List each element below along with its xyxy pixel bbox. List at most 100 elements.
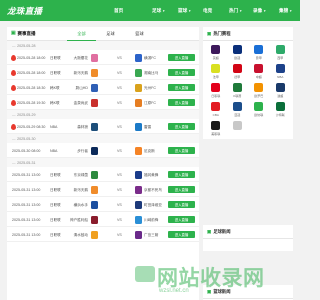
nav-label: 集锦 — [279, 8, 289, 13]
away-team[interactable]: 町田泽维亚 — [144, 203, 162, 208]
date-label: 2025-05-30 — [17, 136, 36, 141]
league-item[interactable]: 中超 — [248, 63, 270, 80]
enter-live-button[interactable]: 进入直播 — [168, 171, 195, 178]
home-team[interactable]: 神户胜利船 — [70, 218, 88, 223]
home-team[interactable]: 新泻天鹅 — [74, 71, 88, 76]
match-row: 2025-05-31 13:00 日职联 清水鼓动 VS 广岛三箭 进入直播 — [7, 227, 199, 242]
league-item[interactable]: K联赛 — [227, 82, 249, 99]
news-icon: ▣ — [207, 228, 212, 234]
league-item[interactable]: 欧罗巴 — [248, 82, 270, 99]
home-team-logo-icon — [91, 122, 98, 131]
tab-1[interactable]: 足球 — [96, 27, 125, 41]
tab-2[interactable]: 篮球 — [125, 27, 154, 41]
nav-label: 篮球 — [178, 8, 188, 13]
site-logo[interactable]: 龙珠直播 — [7, 5, 42, 17]
away-team[interactable]: 横滨FC — [144, 56, 156, 61]
enter-live-button[interactable]: 进入直播 — [168, 231, 195, 238]
home-team-logo-icon — [91, 146, 98, 155]
home-team[interactable]: 清水鼓动 — [74, 233, 88, 238]
league-item[interactable]: 法甲 — [205, 63, 227, 80]
away-team[interactable]: 尼克斯 — [144, 149, 155, 154]
league-name: CBA — [212, 112, 219, 117]
match-league: 日职联 — [50, 187, 61, 192]
away-team-logo-icon — [135, 200, 142, 209]
league-item[interactable]: 亚冠 — [227, 101, 249, 118]
chevron-down-icon: ▼ — [188, 9, 192, 13]
league-item[interactable]: 澳超 — [270, 82, 292, 99]
home-team[interactable]: 新泻天鹅 — [74, 188, 88, 193]
home-team[interactable]: 森林狼 — [77, 125, 88, 130]
away-team[interactable]: 雷霆 — [144, 125, 151, 130]
league-name: 中超 — [255, 74, 262, 79]
enter-live-button[interactable]: 进入直播 — [168, 123, 195, 130]
home-team[interactable]: 东京绿茵 — [74, 173, 88, 178]
nav-label: 录像 — [253, 8, 263, 13]
league-logo-icon — [211, 83, 221, 92]
league-item[interactable]: 日职联 — [205, 82, 227, 99]
home-team[interactable]: 大阪樱花 — [74, 56, 88, 61]
league-logo-icon — [211, 64, 221, 73]
league-name: 欧罗巴 — [254, 93, 264, 98]
nav-item[interactable]: 电竞 — [203, 7, 212, 15]
home-team[interactable]: 横浜水手 — [74, 203, 88, 208]
league-name: 亚冠 — [234, 112, 241, 117]
away-team[interactable]: 光州FC — [144, 86, 156, 91]
match-row: 2025-05-31 13:00 日职联 东京绿茵 VS 福冈黄蜂 进入直播 — [7, 167, 199, 182]
enter-live-button[interactable]: 进入直播 — [168, 201, 195, 208]
league-item[interactable]: 欧冠 — [227, 44, 249, 61]
league-name: NBA — [277, 74, 284, 79]
league-item[interactable]: 德甲 — [227, 63, 249, 80]
home-team-logo-icon — [91, 200, 98, 209]
league-item[interactable] — [227, 120, 249, 137]
away-team[interactable]: 京都不死鸟 — [144, 188, 162, 193]
chevron-down-icon: ▼ — [289, 9, 293, 13]
league-item[interactable]: 意甲 — [248, 44, 270, 61]
away-team[interactable]: 江原FC — [144, 101, 156, 106]
vs-label: VS — [117, 85, 122, 90]
nav-item[interactable]: 热门 ▼ — [229, 7, 242, 15]
away-team[interactable]: 川崎前锋 — [144, 218, 158, 223]
league-name: K联赛 — [233, 93, 242, 98]
enter-live-button[interactable]: 进入直播 — [168, 69, 195, 76]
league-item[interactable]: 英超 — [205, 44, 227, 61]
enter-live-button[interactable]: 进入直播 — [168, 147, 195, 154]
league-item[interactable]: 沙特联 — [270, 101, 292, 118]
nav-item[interactable]: 集锦 ▼ — [279, 7, 292, 15]
match-league: 日职联 — [50, 232, 61, 237]
league-item[interactable]: CBA — [205, 101, 227, 118]
enter-live-button[interactable]: 进入直播 — [168, 54, 195, 61]
home-team[interactable]: 金泉尚武 — [74, 101, 88, 106]
match-row: 2025-05-31 13:00 日职联 新泻天鹅 VS 京都不死鸟 进入直播 — [7, 182, 199, 197]
league-logo-icon — [232, 102, 242, 111]
league-item[interactable]: 欧协联 — [248, 101, 270, 118]
match-row: 2025-05-30 08:00 NBA 步行者 VS 尼克斯 进入直播 — [7, 143, 199, 158]
away-team[interactable]: 湘南比马 — [144, 71, 158, 76]
league-item[interactable]: NBA — [270, 63, 292, 80]
nav-item[interactable]: 篮球 ▼ — [178, 7, 191, 15]
vs-label: VS — [117, 217, 122, 222]
league-name: 英超 — [212, 55, 219, 60]
nav-item[interactable]: 足球 ▼ — [152, 7, 165, 15]
tab-0[interactable]: 全部 — [67, 27, 96, 41]
away-team[interactable]: 广岛三箭 — [144, 233, 158, 238]
enter-live-button[interactable]: 进入直播 — [168, 186, 195, 193]
away-team[interactable]: 福冈黄蜂 — [144, 173, 158, 178]
match-time: 2025-05-31 13:00 — [12, 202, 41, 207]
league-item[interactable]: 美职联 — [205, 120, 227, 137]
home-team-logo-icon — [91, 68, 98, 77]
match-time: 2025-05-30 08:00 — [12, 148, 41, 153]
nav-item[interactable]: 录像 ▼ — [253, 7, 266, 15]
home-team[interactable]: 蔚山HD — [76, 86, 88, 91]
match-row: 2025-05-28 18:30 韩K联 蔚山HD VS 光州FC 进入直播 — [7, 80, 199, 95]
watermark-url: wzsl.net.cn — [159, 288, 189, 294]
enter-live-button[interactable]: 进入直播 — [168, 216, 195, 223]
match-time: 2025-05-28 18:30 — [17, 85, 46, 90]
match-row: 2025-05-28 18:00 日职联 大阪樱花 VS 横滨FC 进入直播 — [7, 50, 199, 65]
enter-live-button[interactable]: 进入直播 — [168, 99, 195, 106]
nav-item[interactable]: 首页 — [114, 7, 123, 15]
enter-live-button[interactable]: 进入直播 — [168, 84, 195, 91]
away-team-logo-icon — [135, 215, 142, 224]
league-grid: 英超 欧冠 意甲 西甲法甲 德甲 中超 NBA 日职联 K联赛 欧罗巴 澳超 CBA 亚冠 欧协联 沙特联美… — [203, 41, 293, 139]
home-team[interactable]: 步行者 — [77, 149, 88, 154]
league-item[interactable]: 西甲 — [270, 44, 292, 61]
